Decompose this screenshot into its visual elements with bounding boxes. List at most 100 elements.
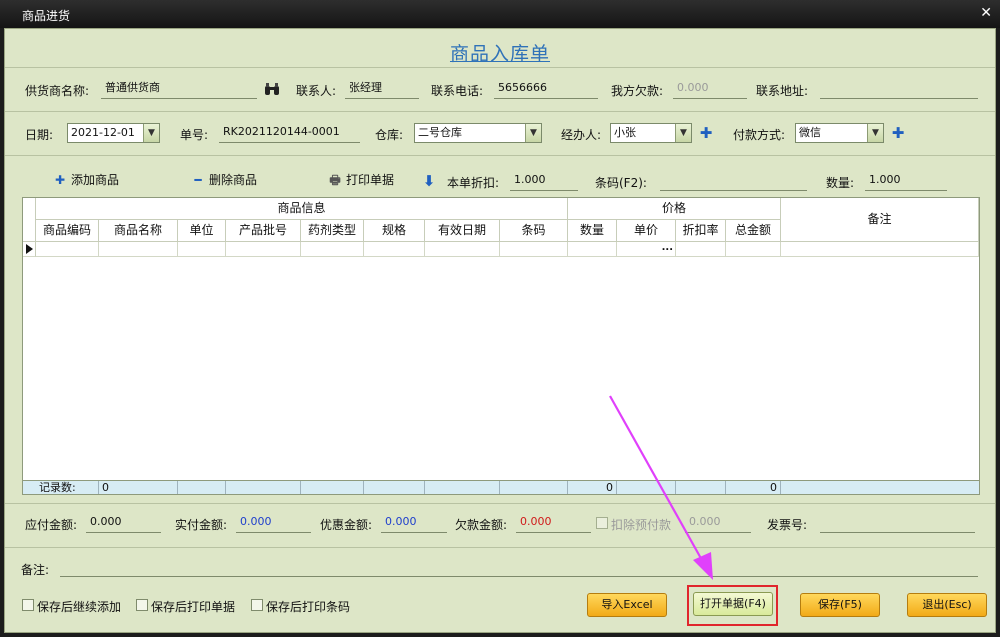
continue-add-label: 保存后继续添加: [37, 600, 122, 614]
discount-amount-field[interactable]: 0.000: [381, 513, 447, 533]
table-cell[interactable]: [99, 242, 178, 257]
column-header-dosage[interactable]: 药剂类型: [301, 220, 364, 242]
divider: [5, 67, 995, 68]
date-label: 日期:: [25, 128, 54, 142]
contact-field[interactable]: 张经理: [345, 79, 419, 99]
column-header-name[interactable]: 商品名称: [99, 220, 178, 242]
handler-value: 小张: [614, 126, 636, 139]
column-header-total[interactable]: 总金额: [726, 220, 781, 242]
record-count-value: 0: [99, 481, 178, 494]
table-cell[interactable]: [364, 242, 425, 257]
footer-cell: [500, 481, 568, 494]
import-excel-button[interactable]: 导入Excel: [587, 593, 667, 617]
column-header-discount[interactable]: 折扣率: [676, 220, 726, 242]
contact-label: 联系人:: [296, 84, 337, 98]
exit-button[interactable]: 退出(Esc): [907, 593, 987, 617]
table-cell[interactable]: [36, 242, 99, 257]
invoice-label: 发票号:: [767, 518, 808, 532]
divider: [5, 111, 995, 112]
table-cell[interactable]: [726, 242, 781, 257]
order-no-label: 单号:: [180, 128, 209, 142]
quantity-label: 数量:: [826, 176, 855, 190]
table-cell[interactable]: [676, 242, 726, 257]
address-field[interactable]: [820, 79, 978, 99]
owed-field: 0.000: [516, 513, 591, 533]
printer-icon: 🖶: [329, 173, 341, 187]
chevron-down-icon[interactable]: ▼: [143, 124, 159, 142]
remark-input[interactable]: [60, 557, 978, 577]
row-indicator[interactable]: [23, 242, 36, 257]
table-cell[interactable]: [500, 242, 568, 257]
column-header-spec[interactable]: 规格: [364, 220, 425, 242]
print-doc-checkbox[interactable]: [136, 599, 148, 611]
open-document-button[interactable]: 打开单据(F4): [693, 592, 773, 616]
phone-field[interactable]: 5656666: [494, 79, 598, 99]
chevron-down-icon[interactable]: ▼: [675, 124, 691, 142]
binoculars-icon[interactable]: [264, 82, 280, 96]
arrow-down-icon[interactable]: ⬇: [422, 174, 436, 189]
table-cell[interactable]: [781, 242, 979, 257]
order-no-field[interactable]: RK2021120144-0001: [219, 123, 360, 143]
handler-select[interactable]: 小张 ▼: [610, 123, 692, 143]
warehouse-label: 仓库:: [375, 128, 404, 142]
date-picker[interactable]: 2021-12-01 ▼: [67, 123, 160, 143]
footer-cell: [425, 481, 500, 494]
group-header-product: 商品信息: [36, 198, 568, 220]
paid-field[interactable]: 0.000: [236, 513, 311, 533]
main-window: 商品入库单 供货商名称: 普通供货商 联系人: 张经理 联系电话: 565666…: [4, 28, 996, 633]
column-header-unit[interactable]: 单位: [178, 220, 226, 242]
owed-label: 欠款金额:: [455, 518, 508, 532]
supplier-field[interactable]: 普通供货商: [101, 79, 257, 99]
column-header-code[interactable]: 商品编码: [36, 220, 99, 242]
quantity-field[interactable]: 1.000: [865, 171, 947, 191]
plus-icon: ✚: [54, 173, 66, 187]
warehouse-select[interactable]: 二号仓库 ▼: [414, 123, 542, 143]
chevron-down-icon[interactable]: ▼: [867, 124, 883, 142]
table-cell[interactable]: [568, 242, 617, 257]
phone-label: 联系电话:: [431, 84, 484, 98]
barcode-input[interactable]: [660, 171, 807, 191]
column-header-batch[interactable]: 产品批号: [226, 220, 301, 242]
divider: [5, 155, 995, 156]
table-cell[interactable]: [226, 242, 301, 257]
column-header-price[interactable]: 单价: [617, 220, 676, 242]
payment-value: 微信: [799, 126, 821, 139]
payable-field: 0.000: [86, 513, 161, 533]
close-icon[interactable]: ✕: [980, 5, 992, 21]
chevron-down-icon[interactable]: ▼: [525, 124, 541, 142]
footer-cell: [301, 481, 364, 494]
discount-field[interactable]: 1.000: [510, 171, 578, 191]
print-document-button[interactable]: 🖶 打印单据: [328, 171, 394, 189]
add-handler-plus-icon[interactable]: ✚: [699, 126, 713, 141]
discount-label: 本单折扣:: [447, 176, 500, 190]
debt-field: 0.000: [673, 79, 747, 99]
grid-footer: 记录数: 0 0 0: [22, 480, 980, 495]
add-product-label: 添加商品: [71, 173, 120, 187]
payment-label: 付款方式:: [733, 128, 786, 142]
table-cell[interactable]: ...: [617, 242, 676, 257]
save-button[interactable]: 保存(F5): [800, 593, 880, 617]
column-header-expiry[interactable]: 有效日期: [425, 220, 500, 242]
column-header-qty[interactable]: 数量: [568, 220, 617, 242]
paid-label: 实付金额:: [175, 518, 228, 532]
table-cell[interactable]: [178, 242, 226, 257]
table-cell[interactable]: [425, 242, 500, 257]
footer-cell: [226, 481, 301, 494]
warehouse-value: 二号仓库: [418, 126, 462, 139]
divider: [5, 547, 995, 548]
product-grid[interactable]: 商品信息 价格 备注 商品编码 商品名称 单位 产品批号 药剂类型 规格 有效日…: [22, 197, 980, 495]
print-barcode-checkbox[interactable]: [251, 599, 263, 611]
payment-select[interactable]: 微信 ▼: [795, 123, 884, 143]
delete-product-button[interactable]: ━ 删除商品: [191, 171, 257, 189]
invoice-field[interactable]: [820, 513, 975, 533]
column-header-barcode[interactable]: 条码: [500, 220, 568, 242]
continue-add-checkbox[interactable]: [22, 599, 34, 611]
ellipsis-button[interactable]: ...: [662, 242, 673, 253]
print-doc-label: 保存后打印单据: [151, 600, 236, 614]
add-payment-plus-icon[interactable]: ✚: [891, 126, 905, 141]
table-cell[interactable]: [301, 242, 364, 257]
minus-icon: ━: [194, 173, 202, 187]
column-header-remark[interactable]: 备注: [781, 198, 979, 242]
payable-label: 应付金额:: [25, 518, 78, 532]
add-product-button[interactable]: ✚ 添加商品: [53, 171, 119, 189]
